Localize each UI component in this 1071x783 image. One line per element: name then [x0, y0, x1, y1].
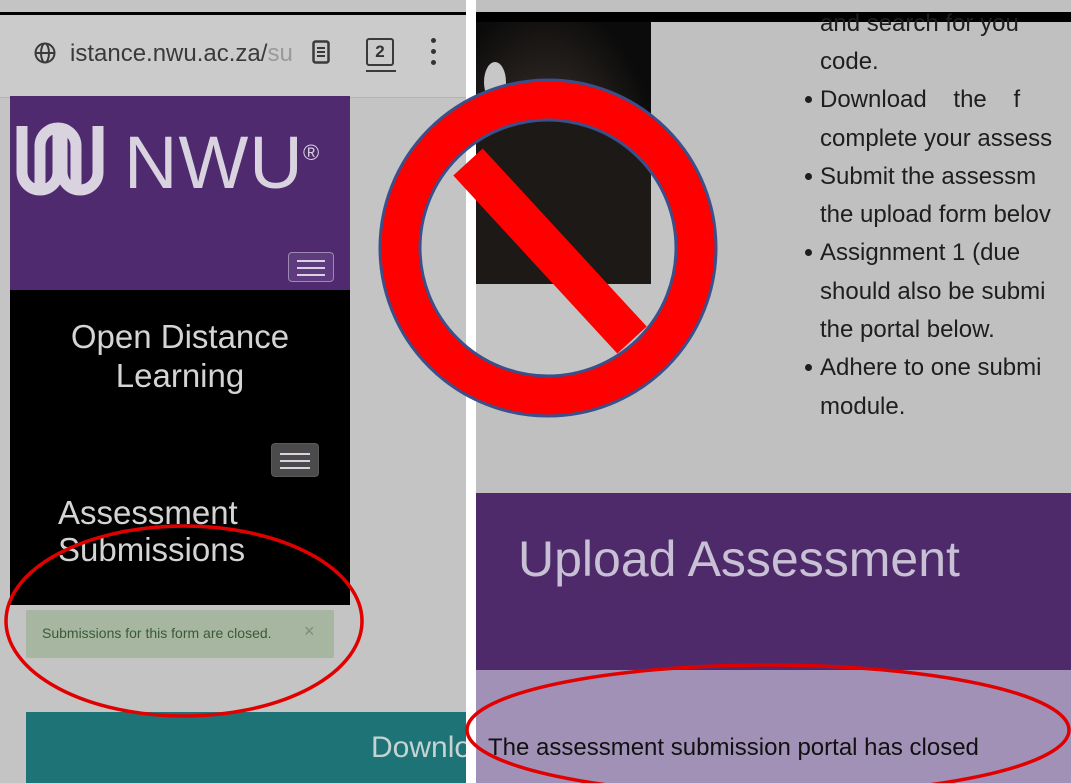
tab-switcher-icon[interactable]: 2 — [366, 38, 394, 66]
list-item-text: Submit the assessm — [820, 163, 1037, 190]
bullet-dot — [805, 249, 812, 256]
nwu-logo-icon — [16, 122, 104, 196]
url-tail: su — [267, 40, 293, 67]
download-button[interactable]: Downlo — [26, 712, 466, 783]
list-item-text: module. — [820, 393, 906, 420]
alert-message: Submissions for this form are closed. — [42, 625, 272, 641]
bullet-dot — [805, 173, 812, 180]
menu-icon[interactable] — [288, 252, 334, 282]
banner-photo — [476, 22, 651, 284]
right-phone-screenshot: and search for you code. Download the f … — [476, 0, 1071, 783]
list-item-text: Download the f — [820, 86, 1021, 113]
form-closed-alert: Submissions for this form are closed. × — [26, 610, 334, 658]
portal-closed-message: The assessment submission portal has clo… — [488, 734, 979, 761]
address-bar[interactable]: istance.nwu.ac.za/su — [70, 40, 293, 68]
close-icon[interactable]: × — [304, 621, 315, 642]
registered-mark: ® — [303, 140, 320, 165]
upload-title: Upload Assessment — [518, 531, 960, 587]
list-item-text: the upload form belov — [820, 201, 1051, 228]
left-phone-screenshot: istance.nwu.ac.za/su 2 NWU ® Open Distan… — [0, 0, 466, 783]
tab-switcher-underline — [366, 70, 396, 72]
portal-closed-notice — [476, 670, 1071, 783]
list-item-text: complete your assess — [820, 125, 1053, 152]
url-host: istance.nwu.ac.za/ — [70, 40, 268, 67]
menu-icon[interactable] — [271, 443, 319, 477]
list-item-text: and search for you — [820, 10, 1019, 37]
list-item-text: code. — [820, 48, 879, 75]
site-title: Open Distance Learning — [70, 318, 290, 394]
list-item-text: Assignment 1 (due — [820, 239, 1021, 266]
list-item-text: should also be submi — [820, 278, 1046, 305]
reader-mode-icon[interactable] — [312, 40, 330, 64]
brand-name: NWU — [124, 121, 304, 204]
page-title: Assessment Submissions — [58, 494, 246, 568]
globe-icon — [34, 42, 56, 64]
list-item-text: Adhere to one submi — [820, 354, 1042, 381]
panel-divider — [466, 0, 476, 783]
list-item-text: the portal below. — [820, 316, 995, 343]
overflow-menu-icon[interactable] — [426, 38, 440, 70]
bullet-dot — [805, 364, 812, 371]
download-button-label: Downlo — [371, 731, 466, 764]
bullet-dot — [805, 96, 812, 103]
